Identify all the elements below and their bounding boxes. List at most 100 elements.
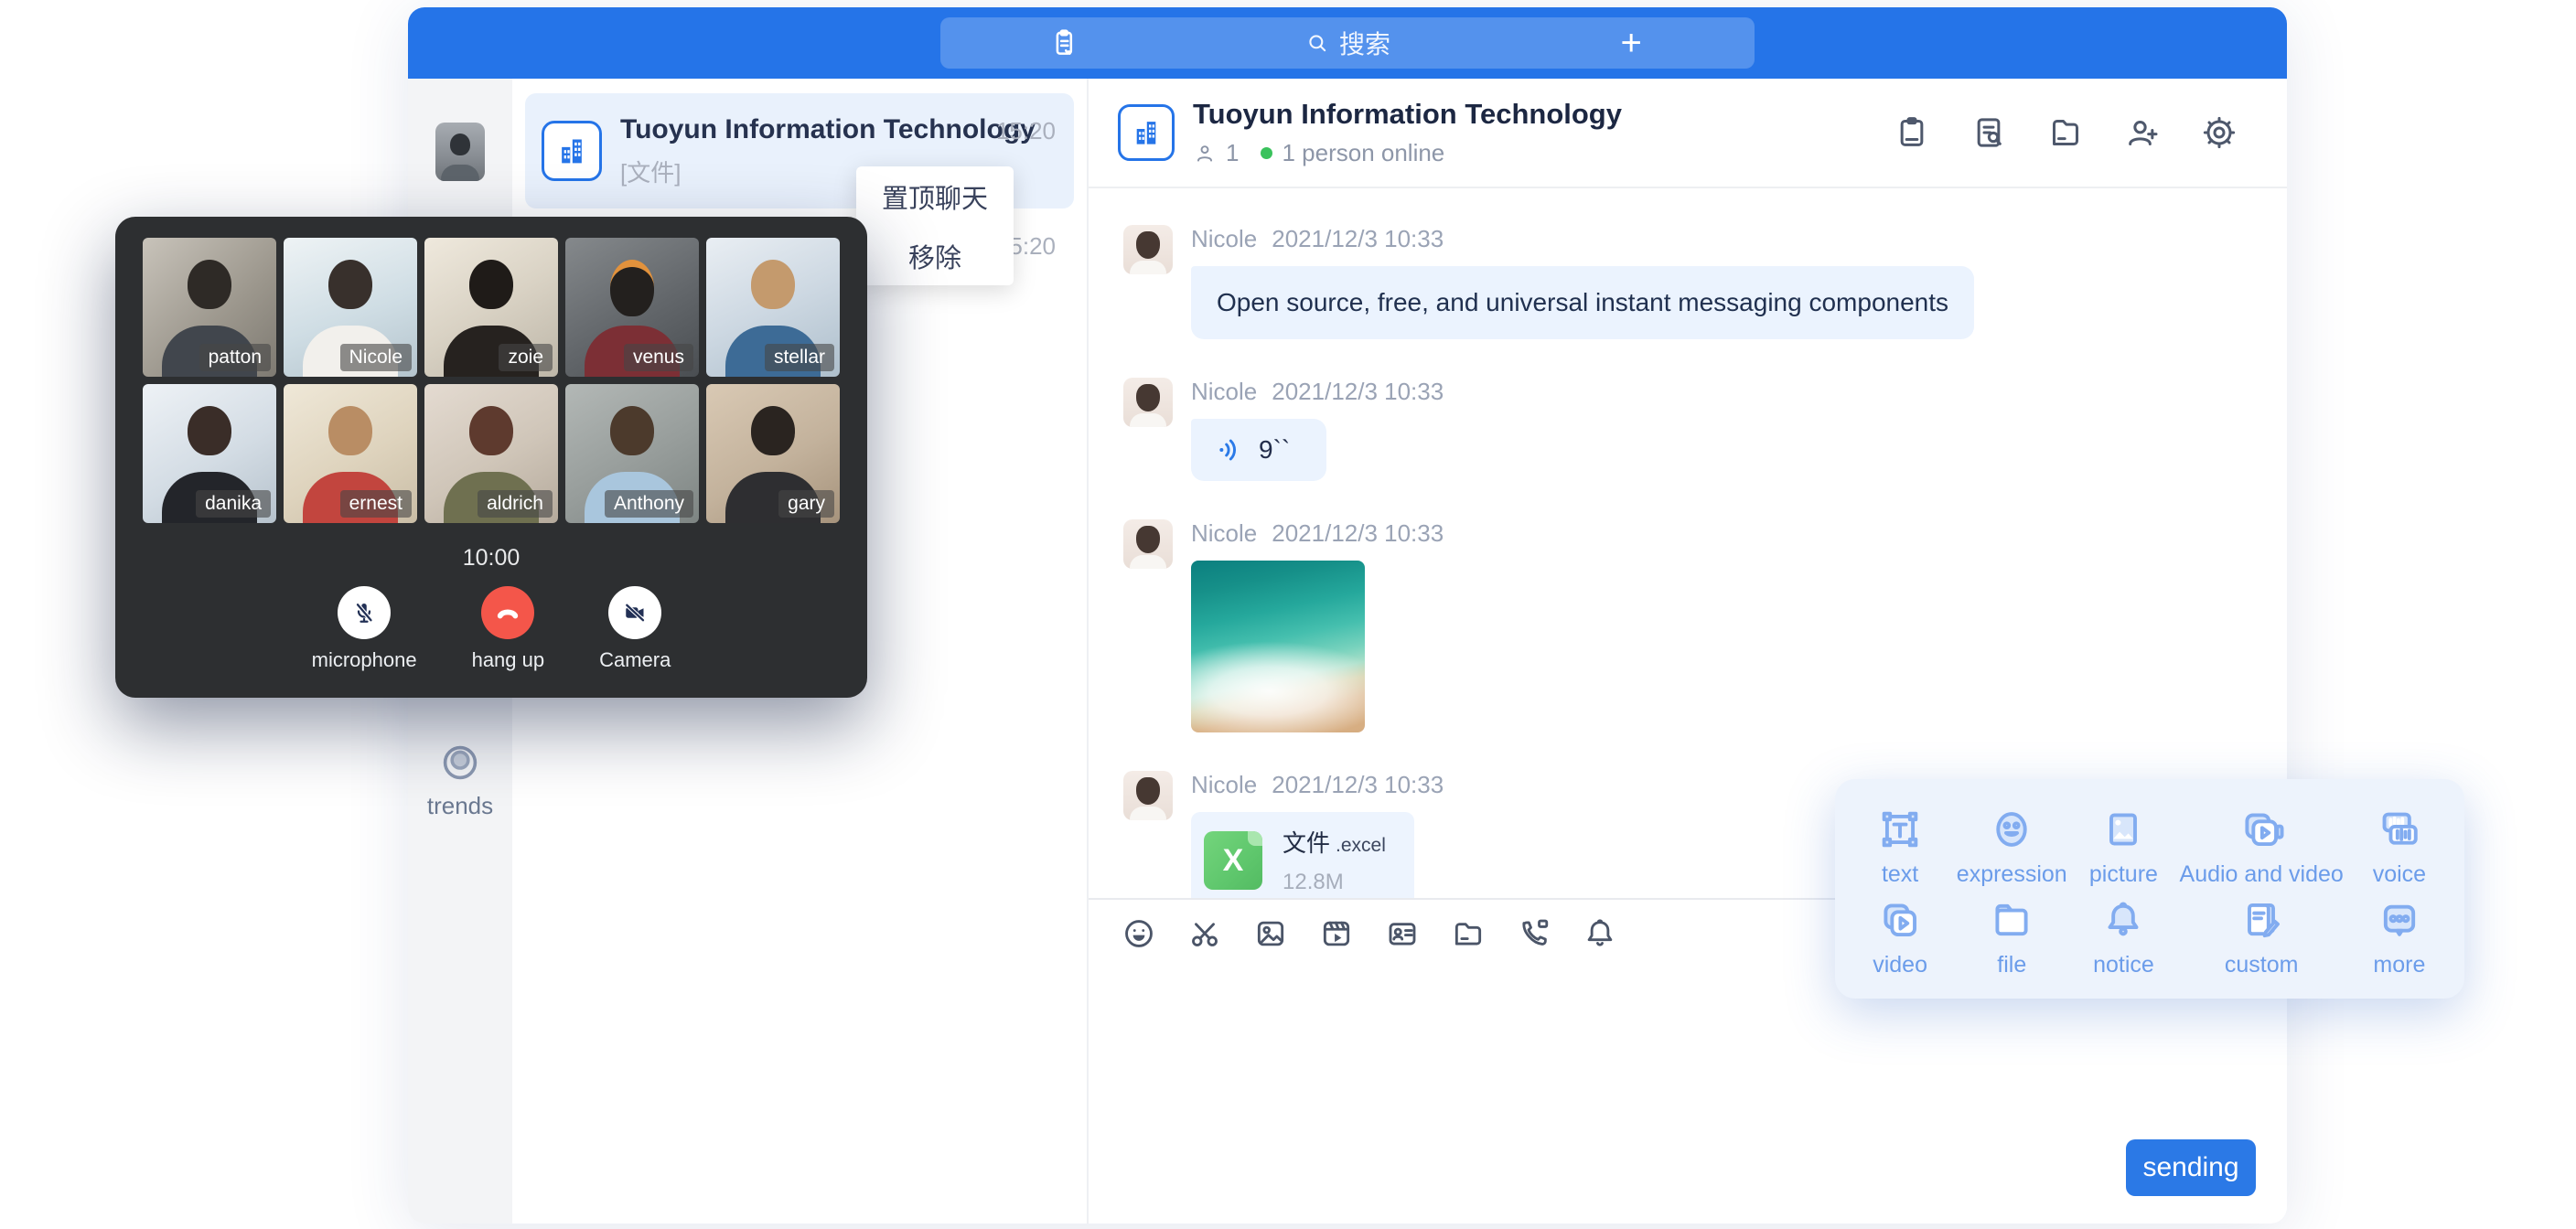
hang-up-icon (493, 598, 522, 627)
image-icon[interactable] (1253, 916, 1288, 951)
text-icon (1876, 806, 1924, 853)
attach-label: text (1882, 861, 1918, 888)
attach-item-more[interactable]: more (2344, 892, 2455, 982)
settings-gear-icon[interactable] (2201, 114, 2238, 151)
chat-header-actions (1894, 114, 2238, 151)
notification-bell-icon[interactable] (1583, 916, 1617, 951)
screenshot-scissors-icon[interactable] (1187, 916, 1222, 951)
emoji-icon[interactable] (1122, 916, 1156, 951)
participant-name: aldrich (478, 490, 553, 518)
member-count: 1 (1226, 139, 1239, 167)
message-voice: Nicole 2021/12/3 10:33 9`` (1123, 378, 2287, 481)
sender-avatar[interactable] (1123, 519, 1173, 569)
video-tile: zoie (424, 238, 558, 377)
video-icon[interactable] (1319, 916, 1354, 951)
top-bar: 搜索 + (408, 7, 2287, 79)
video-call-icon[interactable] (1517, 916, 1551, 951)
menu-item-pin-chat[interactable]: 置顶聊天 (856, 166, 1014, 226)
audio-video-icon (2238, 806, 2285, 853)
attach-item-picture[interactable]: picture (2067, 801, 2179, 892)
notice-bell-icon (2099, 896, 2147, 944)
sender-avatar[interactable] (1123, 771, 1173, 820)
sender-avatar[interactable] (1123, 378, 1173, 427)
beach-photo-thumbnail[interactable] (1191, 561, 1365, 732)
attach-label: expression (1957, 861, 2067, 888)
building-icon (1129, 115, 1164, 150)
search-input[interactable]: 搜索 (1187, 17, 1508, 69)
attach-item-video[interactable]: video (1844, 892, 1956, 982)
conversation-context-menu: 置顶聊天 移除 (856, 166, 1014, 285)
attachment-popup: text expression picture Audio and video (1835, 779, 2464, 999)
message-text: Nicole 2021/12/3 10:33 Open source, free… (1123, 225, 2287, 339)
participant-name: venus (624, 344, 693, 371)
plus-icon: + (1620, 25, 1641, 61)
attach-item-expression[interactable]: expression (1956, 801, 2067, 892)
message-time: 2021/12/3 10:33 (1272, 771, 1444, 799)
camera-off-icon (621, 599, 649, 626)
add-member-icon[interactable] (2124, 114, 2161, 151)
contact-card-icon[interactable] (1385, 916, 1420, 951)
attach-label: video (1873, 952, 1927, 978)
attach-label: Audio and video (2180, 861, 2344, 888)
microphone-button[interactable]: microphone (312, 586, 417, 672)
more-icon (2376, 896, 2423, 944)
chat-meta: 1 1 person online (1193, 139, 1622, 167)
video-tile: stellar (706, 238, 840, 377)
participant-name: Nicole (340, 344, 412, 371)
file-bubble[interactable]: X 文件.excel 12.8M (1191, 812, 1414, 898)
camera-button[interactable]: Camera (599, 586, 671, 672)
video-tile: Nicole (284, 238, 417, 377)
voice-duration: 9`` (1259, 435, 1290, 465)
video-tile: gary (706, 384, 840, 523)
video-tile: ernest (284, 384, 417, 523)
attach-item-voice[interactable]: voice (2344, 801, 2455, 892)
hang-up-button[interactable]: hang up (472, 586, 545, 672)
attach-item-text[interactable]: text (1844, 801, 1956, 892)
participant-name: zoie (499, 344, 553, 371)
search-icon (1304, 30, 1330, 56)
group-files-icon[interactable] (2047, 114, 2084, 151)
online-status: 1 person online (1282, 139, 1444, 167)
attach-item-file[interactable]: file (1956, 892, 2067, 982)
call-controls: microphone hang up Camera (143, 586, 840, 672)
video-call-panel: patton Nicole zoie venus stellar danika … (115, 217, 867, 698)
add-button[interactable]: + (1508, 17, 1755, 69)
voice-bubble[interactable]: 9`` (1191, 419, 1326, 481)
file-name: 文件 (1283, 829, 1330, 857)
microphone-label: microphone (312, 648, 417, 672)
chat-main: Tuoyun Information Technology 1 1 person… (1089, 79, 2287, 1224)
sender-name: Nicole (1191, 519, 1257, 548)
call-log-button[interactable] (940, 17, 1187, 69)
chat-title: Tuoyun Information Technology (1193, 98, 1622, 131)
hang-up-label: hang up (472, 648, 545, 672)
building-icon (553, 133, 590, 169)
attach-item-notice[interactable]: notice (2067, 892, 2179, 982)
sender-avatar[interactable] (1123, 225, 1173, 274)
participant-name: stellar (765, 344, 834, 371)
camera-label: Camera (599, 648, 671, 672)
chat-history-search-icon[interactable] (1970, 114, 2007, 151)
conversation-time: 15:20 (996, 117, 1056, 145)
file-icon (1988, 896, 2035, 944)
file-folder-icon[interactable] (1451, 916, 1486, 951)
chat-group-avatar (1118, 104, 1175, 161)
menu-item-remove[interactable]: 移除 (856, 226, 1014, 285)
announcement-icon[interactable] (1894, 114, 1930, 151)
send-button[interactable]: sending (2126, 1139, 2256, 1196)
chat-header-texts: Tuoyun Information Technology 1 1 person… (1193, 98, 1622, 167)
video-tile: danika (143, 384, 276, 523)
attach-label: notice (2093, 952, 2154, 978)
sidebar-item-trends[interactable]: trends (408, 741, 512, 820)
my-avatar[interactable] (435, 123, 485, 181)
attach-label: picture (2089, 861, 2158, 888)
participant-name: ernest (340, 490, 412, 518)
file-extension: .excel (1336, 835, 1386, 856)
video-tile: venus (565, 238, 699, 377)
sender-name: Nicole (1191, 771, 1257, 799)
message-time: 2021/12/3 10:33 (1272, 519, 1444, 548)
attach-item-custom[interactable]: custom (2180, 892, 2344, 982)
sender-name: Nicole (1191, 225, 1257, 253)
video-tile: Anthony (565, 384, 699, 523)
video-file-icon (1876, 896, 1924, 944)
attach-item-audio-video[interactable]: Audio and video (2180, 801, 2344, 892)
